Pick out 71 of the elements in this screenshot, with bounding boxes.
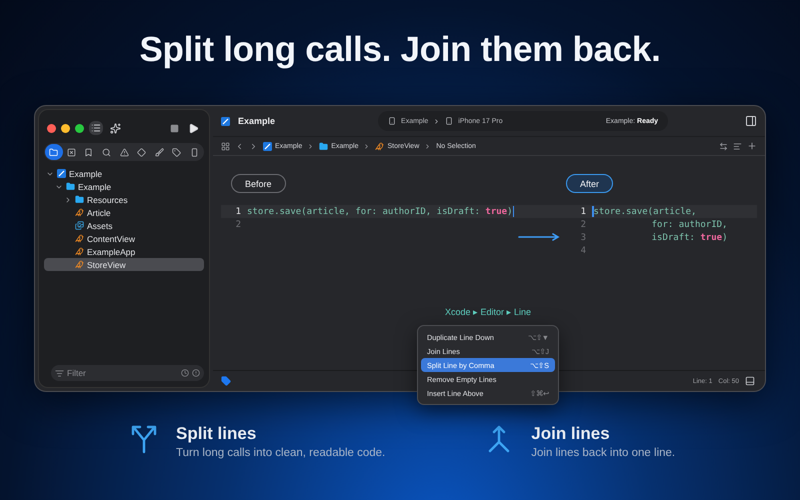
search-icon (102, 148, 111, 156)
text-cursor (512, 206, 514, 217)
tree-item[interactable]: Article (44, 206, 204, 219)
project-icon (263, 142, 272, 150)
bird-icon (75, 208, 84, 217)
tree-item[interactable]: StoreView (44, 258, 204, 271)
folder-icon (319, 142, 328, 150)
feature-description: Turn long calls into clean, readable code. (176, 447, 386, 459)
bird-icon (75, 234, 84, 243)
project-icon (221, 116, 230, 126)
add-icon[interactable] (747, 141, 757, 151)
panel-icon[interactable] (745, 376, 755, 386)
bird-icon (75, 260, 84, 269)
inspector-button[interactable] (743, 113, 759, 129)
forward-icon[interactable] (249, 142, 258, 150)
bookmark-icon (84, 148, 94, 156)
close-button[interactable] (47, 124, 56, 132)
bird-icon (375, 142, 384, 150)
tree-item[interactable]: Example (44, 180, 204, 193)
chevron-right-icon (307, 142, 314, 150)
sparkles-button[interactable] (108, 120, 123, 136)
back-icon[interactable] (235, 142, 244, 150)
swap-icon[interactable] (719, 142, 728, 150)
project-icon (57, 169, 66, 178)
pane-label[interactable]: After (566, 174, 614, 193)
code-line: 2 for: authorID, (580, 218, 728, 231)
chevron-right-icon (363, 142, 370, 150)
tag-icon[interactable] (221, 376, 231, 386)
feature-description: Join lines back into one line. (531, 447, 676, 459)
headline: Split long calls. Join them back. (139, 30, 661, 70)
right-arrow-icon (518, 233, 560, 241)
window-title: Example (238, 116, 276, 126)
filter-input[interactable]: Filter (67, 368, 178, 378)
folder-icon (66, 182, 75, 191)
clock-icon (181, 369, 189, 377)
navigator-tab[interactable] (45, 144, 63, 160)
brush-icon (154, 148, 164, 156)
tree-item[interactable]: Example (44, 167, 204, 180)
tree-item[interactable]: ExampleApp (44, 245, 204, 258)
split-arrows-icon (130, 424, 158, 454)
pane-label[interactable]: Before (231, 174, 286, 193)
chevron-right-icon (424, 142, 432, 150)
rectangle-icon (190, 148, 199, 156)
list-button[interactable] (89, 121, 103, 135)
folder-icon (49, 148, 58, 156)
text-cursor (592, 206, 594, 217)
code-line: 3 isDraft: true) (580, 232, 728, 244)
feature-title: Join lines (531, 424, 611, 444)
tag-icon (172, 148, 182, 156)
images-icon (75, 221, 84, 230)
tree-item[interactable]: ContentView (44, 232, 204, 245)
filter-field[interactable]: Filter (51, 365, 204, 381)
menu-path: Xcode ▸ Editor ▸ Line (445, 307, 532, 317)
folder-icon (75, 195, 84, 204)
code-line: 2 (234, 218, 242, 231)
warning-icon (120, 148, 129, 156)
grid-icon[interactable] (221, 142, 230, 150)
feature-title: Split lines (176, 424, 258, 444)
tree-item[interactable]: Assets (44, 219, 204, 232)
tree-item[interactable]: Resources (44, 193, 204, 206)
diamond-icon (137, 148, 146, 156)
minimize-button[interactable] (61, 124, 70, 132)
x-square-icon (66, 148, 76, 156)
filter-icon (55, 368, 64, 378)
chevron-right-icon (433, 118, 440, 124)
zoom-button[interactable] (75, 124, 84, 132)
alert-circle-icon (192, 369, 200, 377)
lines-icon[interactable] (733, 142, 742, 150)
bird-icon (75, 247, 84, 256)
code-line: 4 (580, 244, 587, 257)
phone-icon (445, 117, 454, 125)
